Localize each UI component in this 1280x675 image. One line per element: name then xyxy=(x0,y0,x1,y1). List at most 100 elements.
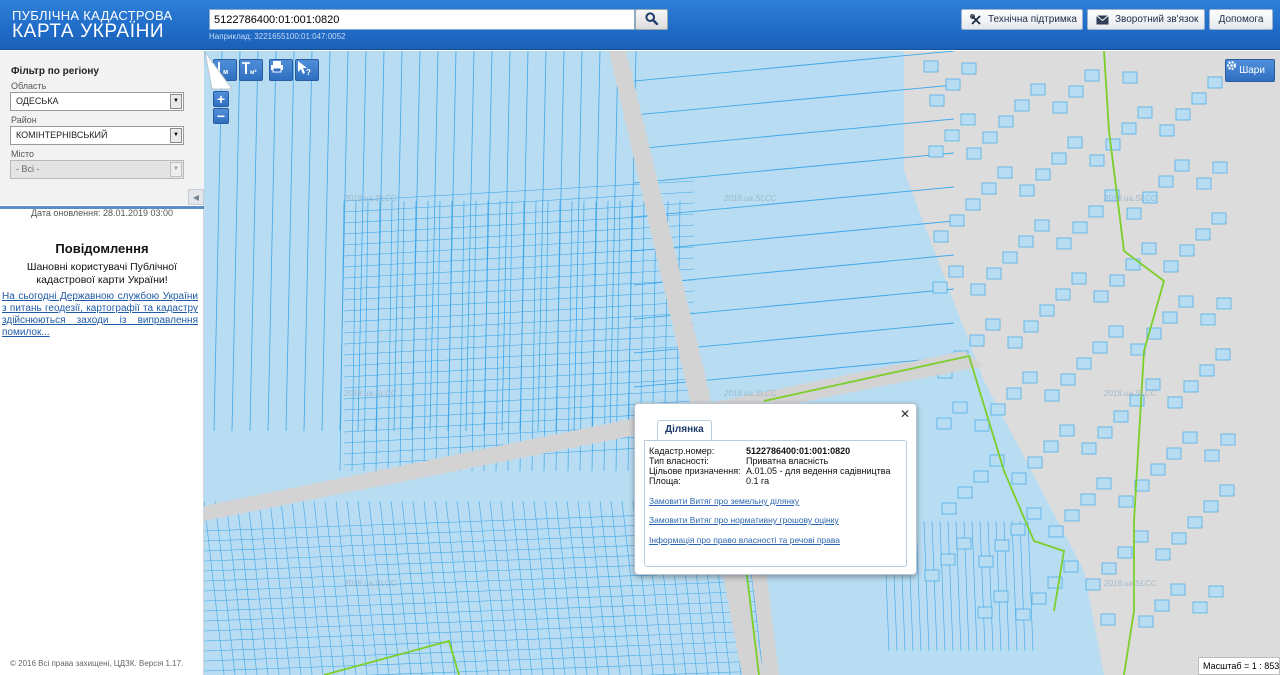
region-select[interactable]: ОДЕСЬКА ▼ xyxy=(10,92,184,111)
search-icon xyxy=(645,11,659,28)
house-parcel xyxy=(1081,442,1097,455)
house-parcel xyxy=(961,62,977,75)
house-parcel xyxy=(1011,472,1027,485)
house-parcel xyxy=(1088,205,1104,218)
watermark: 2018.ua.SLCC xyxy=(343,389,397,398)
print-button[interactable] xyxy=(269,59,293,81)
zoom-in-button[interactable]: + xyxy=(213,91,229,107)
tab-parcel[interactable]: Ділянка xyxy=(657,420,712,440)
map-canvas[interactable]: 2018.ua.SLCC 2018.ua.SLCC 2018.ua.SLCC 2018… xyxy=(204,51,1280,675)
help-button[interactable]: Допомога xyxy=(1209,9,1273,30)
collapse-sidebar-button[interactable]: ◀ xyxy=(188,189,204,205)
ownership-info-link[interactable]: Інформація про право власності та речові… xyxy=(649,535,840,545)
house-parcel xyxy=(978,555,994,568)
parcel-info: Кадастр.номер: 5122786400:01:001:0820 Тип… xyxy=(644,440,907,567)
house-parcel xyxy=(1126,207,1142,220)
house-parcel xyxy=(952,401,968,414)
house-parcel xyxy=(1158,175,1174,188)
support-label: Технічна підтримка xyxy=(988,14,1077,25)
minus-icon: − xyxy=(216,108,226,124)
house-parcel xyxy=(941,502,957,515)
house-parcel xyxy=(948,265,964,278)
order-valuation-link[interactable]: Замовити Витяг про нормативну грошову оц… xyxy=(649,515,839,525)
plus-icon: + xyxy=(216,91,226,107)
search-button[interactable] xyxy=(635,9,668,30)
chevron-down-icon: ▼ xyxy=(170,128,182,143)
house-parcel xyxy=(960,113,976,126)
house-parcel xyxy=(1014,99,1030,112)
map-view[interactable]: 2018.ua.SLCC 2018.ua.SLCC 2018.ua.SLCC 2018… xyxy=(204,51,1280,675)
house-parcel xyxy=(1002,251,1018,264)
house-parcel xyxy=(1010,523,1026,536)
house-parcel xyxy=(1191,92,1207,105)
measure-area-button[interactable]: м² xyxy=(239,59,263,81)
city-select[interactable]: - Всі - ▼ xyxy=(10,160,184,179)
house-parcel xyxy=(1100,613,1116,626)
house-parcel xyxy=(1015,608,1031,621)
house-parcel xyxy=(956,537,972,550)
house-parcel xyxy=(1216,297,1232,310)
house-parcel xyxy=(966,147,982,160)
chevron-down-icon: ▼ xyxy=(170,162,182,177)
notice-link[interactable]: На сьогодні Державною службою України з … xyxy=(2,291,198,339)
house-parcel xyxy=(982,131,998,144)
help-label: Допомога xyxy=(1218,14,1264,25)
house-parcel xyxy=(1179,244,1195,257)
house-parcel xyxy=(1155,548,1171,561)
house-parcel xyxy=(1068,85,1084,98)
identify-button[interactable]: ? xyxy=(295,59,319,81)
house-parcel xyxy=(1097,426,1113,439)
house-parcel xyxy=(1121,122,1137,135)
house-parcel xyxy=(929,94,945,107)
house-parcel xyxy=(949,214,965,227)
watermark: 2018.ua.SLCC xyxy=(1103,579,1157,588)
house-parcel xyxy=(1130,343,1146,356)
measure-area-text: м² xyxy=(250,69,256,76)
region-select-value: ОДЕСЬКА xyxy=(16,96,59,106)
ownership-value: Приватна власність xyxy=(746,456,829,466)
support-button[interactable]: Технічна підтримка xyxy=(961,9,1083,30)
left-sidebar: Фільтр по регіону Область ОДЕСЬКА ▼ Райо… xyxy=(0,51,204,675)
area-value: 0.1 га xyxy=(746,476,770,486)
house-parcel xyxy=(1178,295,1194,308)
district-select[interactable]: КОМІНТЕРНІВСЬКИЙ ▼ xyxy=(10,126,184,145)
popup-pointer xyxy=(204,51,233,90)
house-parcel xyxy=(1133,530,1149,543)
house-parcel xyxy=(1089,154,1105,167)
close-icon[interactable]: ✕ xyxy=(900,407,910,421)
parcel-popup: ✕ Ділянка Кадастр.номер: 5122786400:01:00… xyxy=(634,403,917,575)
city-label: Місто xyxy=(11,149,35,159)
cadastral-search-input[interactable] xyxy=(209,9,635,30)
svg-text:?: ? xyxy=(306,68,311,76)
house-parcel xyxy=(990,403,1006,416)
house-parcel xyxy=(1212,161,1228,174)
watermark: 2018.ua.SLCC xyxy=(1103,194,1157,203)
house-parcel xyxy=(932,281,948,294)
house-parcel xyxy=(1101,562,1117,575)
order-extract-link[interactable]: Замовити Витяг про земельну ділянку xyxy=(649,496,799,506)
layers-button[interactable]: Шари xyxy=(1225,59,1275,82)
parcel-row-purpose: Цільове призначення: А.01.05 - для веденн… xyxy=(649,466,890,476)
house-parcel xyxy=(1141,242,1157,255)
house-parcel xyxy=(1137,106,1153,119)
house-parcel xyxy=(985,318,1001,331)
house-parcel xyxy=(957,486,973,499)
house-parcel xyxy=(1203,500,1219,513)
house-parcel xyxy=(1059,424,1075,437)
house-parcel xyxy=(1018,235,1034,248)
house-parcel xyxy=(1167,396,1183,409)
site-logo[interactable]: ПУБЛІЧНА КАДАСТРОВА КАРТА УКРАЇНИ xyxy=(12,9,172,42)
feedback-button[interactable]: Зворотний зв'язок xyxy=(1087,9,1205,30)
watermark: 2018.ua.SLCC xyxy=(723,389,777,398)
house-parcel xyxy=(1195,228,1211,241)
house-parcel xyxy=(1170,583,1186,596)
house-parcel xyxy=(1199,364,1215,377)
zoom-out-button[interactable]: − xyxy=(213,108,229,124)
house-parcel xyxy=(1113,410,1129,423)
house-parcel xyxy=(986,267,1002,280)
house-parcel xyxy=(945,78,961,91)
house-parcel xyxy=(1108,325,1124,338)
row-key: Площа: xyxy=(649,476,681,486)
purpose-value: А.01.05 - для ведення садівництва xyxy=(746,466,891,476)
chevron-left-icon: ◀ xyxy=(192,192,200,202)
